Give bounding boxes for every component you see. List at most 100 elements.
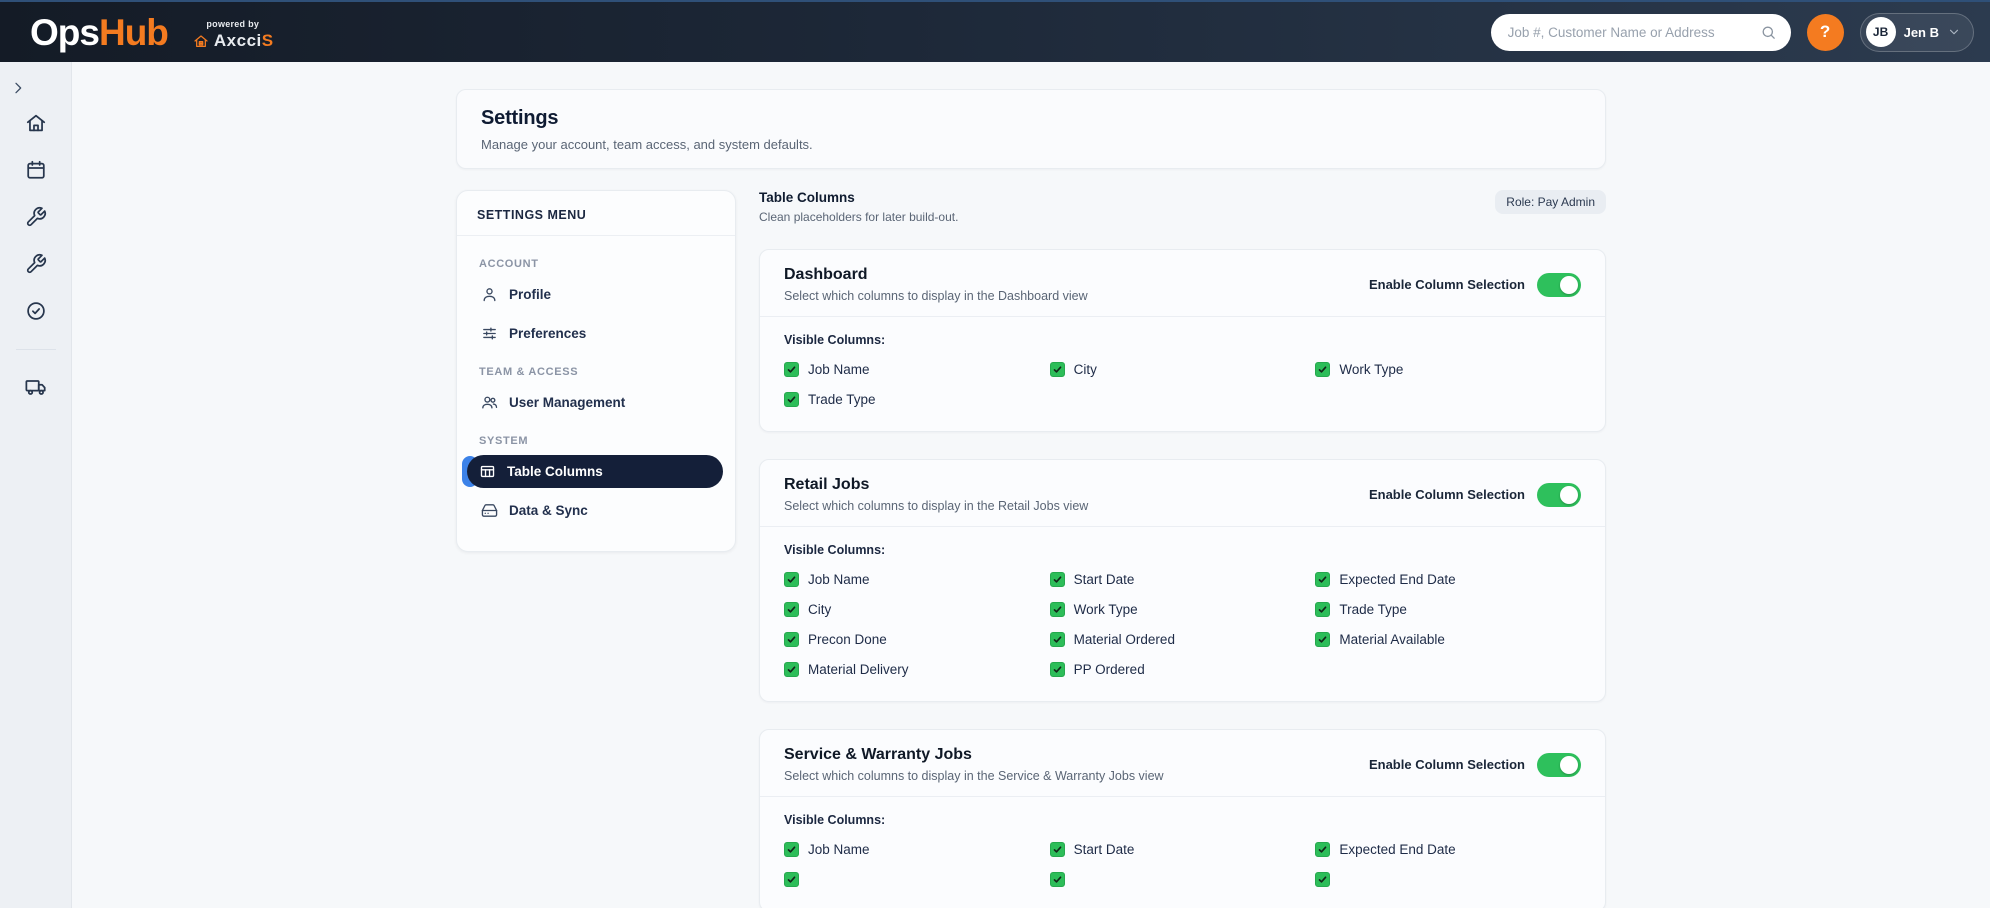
check-icon xyxy=(786,634,797,645)
card-title: Service & Warranty Jobs xyxy=(784,746,1164,764)
truck-icon[interactable] xyxy=(25,376,47,398)
column-checkbox-row[interactable] xyxy=(784,872,1050,887)
checkbox-checked[interactable] xyxy=(1315,362,1330,377)
sidebar-item-profile[interactable]: Profile xyxy=(469,278,723,311)
checkbox-checked[interactable] xyxy=(1050,842,1065,857)
sidebar-item-data-sync[interactable]: Data & Sync xyxy=(469,494,723,527)
checkbox-checked[interactable] xyxy=(1050,632,1065,647)
logo-hub: Hub xyxy=(99,12,168,53)
column-label: Trade Type xyxy=(808,392,876,407)
check-icon xyxy=(1317,364,1328,375)
column-checkbox-row[interactable] xyxy=(1050,872,1316,887)
checkbox-checked[interactable] xyxy=(784,572,799,587)
column-checkbox-row[interactable]: Job Name xyxy=(784,842,1050,857)
checkbox-checked[interactable] xyxy=(784,872,799,887)
checkbox-checked[interactable] xyxy=(1315,602,1330,617)
search-input[interactable] xyxy=(1491,14,1791,51)
chevron-right-icon[interactable] xyxy=(10,80,26,96)
visible-columns-label: Visible Columns: xyxy=(784,333,1581,347)
check-icon xyxy=(1052,604,1063,615)
column-checkbox-row[interactable]: Material Available xyxy=(1315,632,1581,647)
check-icon xyxy=(786,664,797,675)
checkbox-checked[interactable] xyxy=(1050,362,1065,377)
checkbox-checked[interactable] xyxy=(784,632,799,647)
column-checkbox-row[interactable]: Job Name xyxy=(784,362,1050,377)
checkbox-checked[interactable] xyxy=(1050,602,1065,617)
wrench-icon[interactable] xyxy=(25,206,47,228)
opshub-logo[interactable]: OpsHub xyxy=(30,14,168,51)
column-checkbox-row[interactable] xyxy=(1315,872,1581,887)
search-icon[interactable] xyxy=(1760,24,1777,41)
enable-column-selection-toggle[interactable] xyxy=(1537,483,1581,507)
checkbox-checked[interactable] xyxy=(784,842,799,857)
checkbox-checked[interactable] xyxy=(784,362,799,377)
column-label: Material Available xyxy=(1339,632,1445,647)
house-icon xyxy=(192,33,210,49)
settings-menu-title: SETTINGS MENU xyxy=(457,191,735,236)
check-icon xyxy=(1052,574,1063,585)
visible-columns-label: Visible Columns: xyxy=(784,543,1581,557)
sliders-icon xyxy=(481,325,498,342)
check-icon xyxy=(1052,634,1063,645)
checkbox-checked[interactable] xyxy=(1050,572,1065,587)
check-icon xyxy=(1317,874,1328,885)
checkbox-checked[interactable] xyxy=(784,662,799,677)
check-icon xyxy=(1317,604,1328,615)
column-checkbox-row[interactable]: City xyxy=(784,602,1050,617)
sidebar-divider xyxy=(16,349,56,350)
column-checkbox-row[interactable]: Start Date xyxy=(1050,572,1316,587)
sidebar-item-table-columns[interactable]: Table Columns xyxy=(467,455,723,488)
column-checkbox-row[interactable]: Work Type xyxy=(1050,602,1316,617)
chevron-down-icon xyxy=(1947,25,1961,39)
check-icon xyxy=(1052,664,1063,675)
enable-column-selection-toggle[interactable] xyxy=(1537,273,1581,297)
checkbox-checked[interactable] xyxy=(1315,872,1330,887)
users-icon xyxy=(481,394,498,411)
topbar: OpsHub powered by AxcciS ? JB Jen B xyxy=(0,0,1990,62)
column-checkbox-row[interactable]: Material Delivery xyxy=(784,662,1050,677)
column-checkbox-row[interactable]: Work Type xyxy=(1315,362,1581,377)
column-checkbox-row[interactable]: Start Date xyxy=(1050,842,1316,857)
menu-section-label: SYSTEM xyxy=(479,435,713,447)
column-checkbox-row[interactable]: Material Ordered xyxy=(1050,632,1316,647)
column-checkbox-row[interactable]: Trade Type xyxy=(1315,602,1581,617)
checkbox-checked[interactable] xyxy=(784,392,799,407)
sidebar-item-preferences[interactable]: Preferences xyxy=(469,317,723,350)
user-icon xyxy=(481,286,498,303)
home-icon[interactable] xyxy=(25,112,47,134)
checkbox-checked[interactable] xyxy=(784,602,799,617)
checkbox-checked[interactable] xyxy=(1315,842,1330,857)
column-label: PP Ordered xyxy=(1074,662,1145,677)
checkbox-checked[interactable] xyxy=(1315,632,1330,647)
menu-section-label: ACCOUNT xyxy=(479,258,713,270)
check-icon xyxy=(1052,874,1063,885)
column-label: Work Type xyxy=(1074,602,1138,617)
column-checkbox-row[interactable]: Job Name xyxy=(784,572,1050,587)
column-label: City xyxy=(1074,362,1097,377)
checkbox-checked[interactable] xyxy=(1050,872,1065,887)
check-icon xyxy=(786,604,797,615)
avatar: JB xyxy=(1866,17,1896,47)
calendar-icon[interactable] xyxy=(25,159,47,181)
wrench-icon[interactable] xyxy=(25,253,47,275)
logo-ops: Ops xyxy=(30,12,99,53)
column-checkbox-row[interactable]: Expected End Date xyxy=(1315,572,1581,587)
column-checkbox-row[interactable]: Precon Done xyxy=(784,632,1050,647)
toggle-knob xyxy=(1560,486,1578,504)
checkbox-checked[interactable] xyxy=(1315,572,1330,587)
page-title: Settings xyxy=(481,107,1581,130)
sidebar-item-user-management[interactable]: User Management xyxy=(469,386,723,419)
column-checkbox-row[interactable]: PP Ordered xyxy=(1050,662,1316,677)
user-menu[interactable]: JB Jen B xyxy=(1860,13,1974,52)
column-checkbox-row[interactable]: Expected End Date xyxy=(1315,842,1581,857)
help-button[interactable]: ? xyxy=(1807,14,1844,51)
check-circle-icon[interactable] xyxy=(25,300,47,322)
column-label: Material Ordered xyxy=(1074,632,1175,647)
column-checkbox-row[interactable]: Trade Type xyxy=(784,392,1050,407)
check-icon xyxy=(786,364,797,375)
enable-column-selection-toggle[interactable] xyxy=(1537,753,1581,777)
checkbox-checked[interactable] xyxy=(1050,662,1065,677)
column-label: Expected End Date xyxy=(1339,842,1455,857)
column-checkbox-row[interactable]: City xyxy=(1050,362,1316,377)
main-area: Settings Manage your account, team acces… xyxy=(72,62,1990,908)
